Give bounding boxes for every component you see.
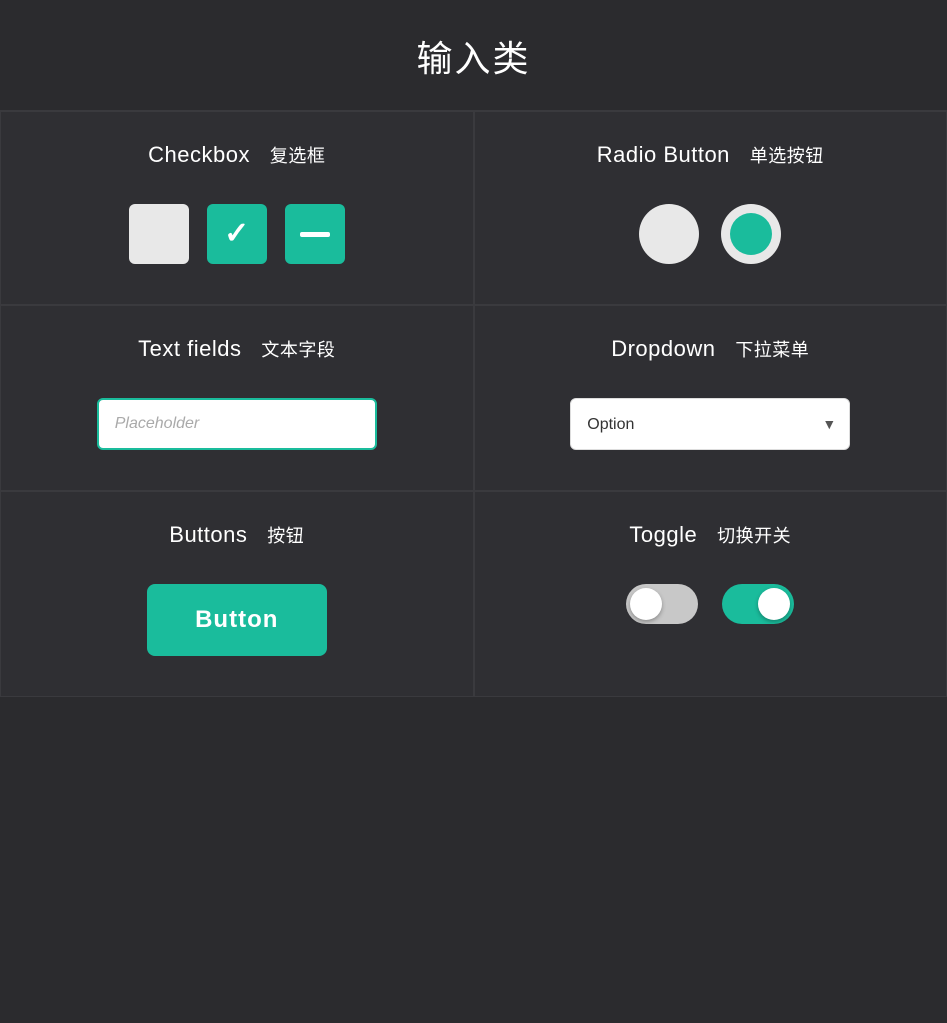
dropdown-wrapper: Option ▼ bbox=[570, 398, 850, 450]
textfield-title: Text fields 文本字段 bbox=[138, 336, 335, 362]
checkbox-title: Checkbox 复选框 bbox=[148, 142, 325, 168]
buttons-title: Buttons 按钮 bbox=[169, 522, 304, 548]
radio-selected[interactable] bbox=[721, 204, 781, 264]
indeterminate-bar-icon bbox=[300, 232, 330, 237]
dropdown-cell: Dropdown 下拉菜单 Option ▼ bbox=[474, 305, 947, 491]
checkbox-row: ✓ bbox=[129, 204, 345, 264]
checkbox-cell: Checkbox 复选框 ✓ bbox=[0, 111, 474, 305]
radio-row bbox=[639, 204, 781, 264]
toggle-cell: Toggle 切换开关 bbox=[474, 491, 947, 697]
main-grid: Checkbox 复选框 ✓ Radio Button 单选按钮 bbox=[0, 111, 947, 697]
text-input[interactable] bbox=[97, 398, 377, 450]
radio-unselected[interactable] bbox=[639, 204, 699, 264]
buttons-cell: Buttons 按钮 Button bbox=[0, 491, 474, 697]
page-title: 输入类 bbox=[0, 30, 947, 82]
page-header: 输入类 bbox=[0, 0, 947, 111]
checkbox-empty[interactable] bbox=[129, 204, 189, 264]
toggle-thumb-on bbox=[758, 588, 790, 620]
toggle-row bbox=[626, 584, 794, 624]
textfield-cell: Text fields 文本字段 bbox=[0, 305, 474, 491]
checkbox-indeterminate[interactable] bbox=[285, 204, 345, 264]
dropdown-select[interactable]: Option bbox=[570, 398, 850, 450]
radio-title: Radio Button 单选按钮 bbox=[597, 142, 824, 168]
radio-cell: Radio Button 单选按钮 bbox=[474, 111, 947, 305]
primary-button[interactable]: Button bbox=[147, 584, 327, 656]
toggle-thumb-off bbox=[630, 588, 662, 620]
checkbox-checked[interactable]: ✓ bbox=[207, 204, 267, 264]
dropdown-title: Dropdown 下拉菜单 bbox=[611, 336, 809, 362]
checkmark-icon: ✓ bbox=[224, 219, 249, 249]
toggle-on[interactable] bbox=[722, 584, 794, 624]
toggle-off[interactable] bbox=[626, 584, 698, 624]
toggle-title: Toggle 切换开关 bbox=[629, 522, 791, 548]
radio-inner-dot bbox=[730, 213, 772, 255]
